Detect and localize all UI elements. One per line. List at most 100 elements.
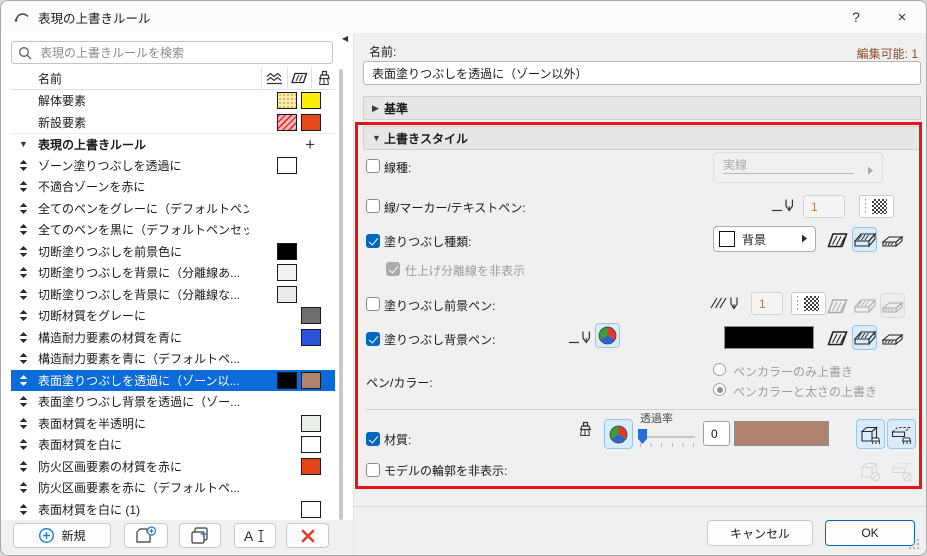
surface-label: 材質: <box>384 433 412 447</box>
rule-name-field[interactable]: 表面塗りつぶしを透過に（ゾーン以外） <box>363 61 921 85</box>
sort-handle-icon[interactable] <box>19 503 30 515</box>
ok-button[interactable]: OK <box>825 520 915 546</box>
resize-grip[interactable] <box>909 539 919 549</box>
fill-type-dropdown[interactable]: 背景 <box>713 226 816 252</box>
rule-row[interactable]: 全てのペンをグレーに（デフォルトペン... <box>11 198 335 220</box>
list-scrollbar[interactable] <box>339 69 343 520</box>
hide-finish-lines-checkbox[interactable] <box>386 262 400 276</box>
transparency-slider-thumb[interactable] <box>638 429 647 444</box>
rule-label: 防火区画要素を赤に（デフォルトペ... <box>38 481 241 496</box>
apply-cut-surfaces-toggle[interactable] <box>887 419 916 449</box>
sort-handle-icon[interactable] <box>19 396 30 408</box>
rule-label: 解体要素 <box>38 94 87 109</box>
rule-row[interactable]: 全てのペンを黒に（デフォルトペンセッ... <box>11 219 335 241</box>
cut-fill-toggle[interactable] <box>825 227 850 252</box>
fill-type-value: 背景 <box>742 232 767 247</box>
sort-handle-icon[interactable] <box>19 202 30 214</box>
cut-fill-toggle2[interactable] <box>825 325 850 350</box>
pen-color-only-radio[interactable] <box>713 363 726 376</box>
sort-handle-icon[interactable] <box>19 482 30 494</box>
pen-column-icon[interactable] <box>311 66 335 90</box>
fill-type-checkbox[interactable] <box>366 234 380 248</box>
fill-bg-color-swatch[interactable] <box>724 326 814 349</box>
section-criteria[interactable]: ▶ 基準 <box>363 96 921 120</box>
rule-row[interactable]: 切断塗りつぶしを背景に（分離線あ... <box>11 262 335 284</box>
sort-handle-icon[interactable] <box>19 331 30 343</box>
pen-color-weight-radio[interactable] <box>713 383 726 396</box>
rule-row[interactable]: 表面材質を白に (1) <box>11 499 335 521</box>
surface-checkbox[interactable] <box>366 432 380 446</box>
rule-row[interactable]: 構造耐力要素の材質を青に <box>11 327 335 349</box>
sort-handle-icon[interactable] <box>19 353 30 365</box>
rule-row[interactable]: 新設要素 <box>11 112 335 134</box>
rule-row[interactable]: 切断塗りつぶしを前景色に <box>11 241 335 263</box>
rule-row[interactable]: 表面塗りつぶし背景を透過に（ゾー... <box>11 391 335 413</box>
sort-handle-icon[interactable] <box>19 460 30 472</box>
search-icon <box>12 46 32 60</box>
line-type-checkbox[interactable] <box>366 159 380 173</box>
close-button[interactable]: × <box>882 1 922 33</box>
fill-bg-pen-checkbox[interactable] <box>366 332 380 346</box>
fill-fg-pen-color-button[interactable] <box>791 292 826 315</box>
rule-row[interactable]: 表面塗りつぶしを透過に（ゾーン以... <box>11 369 335 391</box>
sort-handle-icon[interactable] <box>19 374 30 386</box>
sort-handle-icon[interactable] <box>19 417 30 429</box>
group-caret-down-icon[interactable]: ▼ <box>19 139 30 149</box>
sort-handle-icon[interactable] <box>19 224 30 236</box>
rule-row[interactable]: 解体要素 <box>11 90 335 112</box>
line-type-dropdown[interactable]: 実線 <box>713 152 883 183</box>
rule-row[interactable]: 切断材質をグレーに <box>11 305 335 327</box>
rule-row[interactable]: 防火区画要素の材質を赤に <box>11 456 335 478</box>
drafting-fill-toggle[interactable] <box>880 227 905 252</box>
new-folder-button[interactable] <box>124 523 168 548</box>
cover-fill-toggle[interactable] <box>852 227 877 252</box>
transparency-slider-track[interactable] <box>639 436 695 438</box>
hide-cut-outline-toggle-disabled <box>887 455 916 485</box>
transparency-field[interactable]: 0 <box>703 421 730 446</box>
color-swatch <box>301 500 321 518</box>
rule-row[interactable]: 防火区画要素を赤に（デフォルトペ... <box>11 477 335 499</box>
rules-group-row[interactable]: ▼ 表現の上書きルール + <box>11 133 335 155</box>
sort-handle-icon[interactable] <box>19 310 30 322</box>
drafting-fill-toggle2[interactable] <box>880 325 905 350</box>
surface-color-wheel-button[interactable] <box>604 419 633 449</box>
fill-column-icon[interactable] <box>287 66 311 90</box>
duplicate-button[interactable] <box>179 523 221 548</box>
cancel-button[interactable]: キャンセル <box>707 520 813 546</box>
rule-row[interactable]: 表面材質を半透明に <box>11 413 335 435</box>
sort-handle-icon[interactable] <box>19 288 30 300</box>
column-name-header[interactable]: 名前 <box>38 70 261 87</box>
sort-handle-icon[interactable] <box>19 245 30 257</box>
delete-button[interactable] <box>286 523 329 548</box>
line-type-column-icon[interactable] <box>261 66 287 90</box>
fill-fg-pen-number-field[interactable]: 1 <box>751 292 783 315</box>
sort-handle-icon[interactable] <box>19 159 30 171</box>
rule-row[interactable]: ゾーン塗りつぶしを透過に <box>11 155 335 177</box>
color-swatch <box>301 113 321 131</box>
pen-color-picker-button[interactable] <box>859 195 894 218</box>
sort-handle-icon[interactable] <box>19 439 30 451</box>
cover-fill-toggle2[interactable] <box>852 325 877 350</box>
rename-button[interactable]: A <box>234 523 276 548</box>
new-rule-button[interactable]: 新規 <box>13 523 111 548</box>
fill-fg-pen-label: 塗りつぶし前景ペン: <box>384 299 496 313</box>
fill-bg-color-wheel-button[interactable] <box>595 323 620 348</box>
rule-row[interactable]: 表面材質を白に <box>11 434 335 456</box>
add-rule-button[interactable]: + <box>305 134 315 155</box>
section-override-style[interactable]: ▼ 上書きスタイル <box>363 126 921 150</box>
hide-uncut-outline-toggle-disabled <box>856 455 885 485</box>
rule-row[interactable]: 不適合ゾーンを赤に <box>11 176 335 198</box>
apply-uncut-surfaces-toggle[interactable] <box>856 419 885 449</box>
hide-outline-checkbox[interactable] <box>366 463 380 477</box>
sort-handle-icon[interactable] <box>19 181 30 193</box>
surface-color-swatch[interactable] <box>734 421 829 446</box>
rule-row[interactable]: 切断塗りつぶしを背景に（分離線な... <box>11 284 335 306</box>
help-button[interactable]: ? <box>836 1 876 33</box>
pen-checkbox[interactable] <box>366 199 380 213</box>
rule-row[interactable]: 構造耐力要素を青に（デフォルトペ... <box>11 348 335 370</box>
search-input[interactable] <box>38 44 332 61</box>
sort-handle-icon[interactable] <box>19 267 30 279</box>
collapse-panel-arrow-icon[interactable]: ◀ <box>342 34 348 43</box>
fill-fg-pen-checkbox[interactable] <box>366 297 380 311</box>
pen-number-field[interactable]: 1 <box>803 195 845 218</box>
